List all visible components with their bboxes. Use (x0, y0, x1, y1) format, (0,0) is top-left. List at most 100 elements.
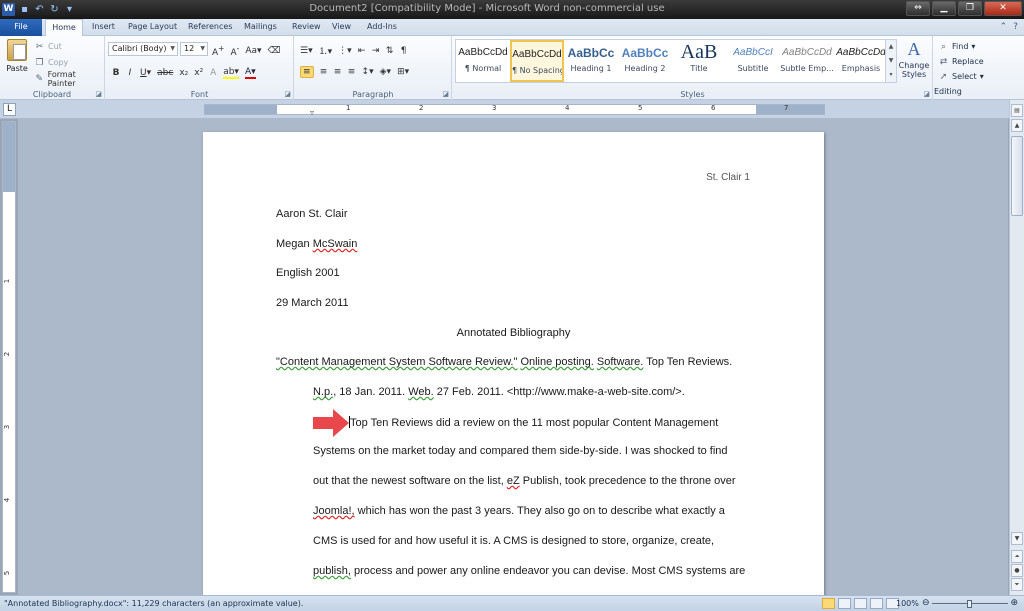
align-center-icon[interactable]: ≡ (320, 67, 328, 77)
justify-icon[interactable]: ≡ (348, 67, 356, 77)
italic-icon[interactable]: I (126, 68, 134, 78)
font-size-select[interactable]: 12 ▼ (180, 42, 208, 56)
align-right-icon[interactable]: ≡ (334, 67, 342, 77)
close-button[interactable]: ✕ (984, 1, 1022, 16)
ruler-toggle-icon[interactable]: ▤ (1011, 104, 1023, 117)
maximize-button[interactable]: ❐ (958, 1, 982, 16)
annotation-line-2: Systems on the market today and compared… (313, 445, 728, 457)
red-arrow-icon (313, 409, 349, 437)
citation-date: , 18 Jan. 2011. (333, 386, 409, 398)
subscript-icon[interactable]: x₂ (179, 68, 188, 78)
tab-insert[interactable]: Insert (92, 19, 115, 36)
select-browse-object-button[interactable]: ● (1011, 564, 1023, 577)
zoom-level[interactable]: 100% (896, 599, 919, 608)
bold-icon[interactable]: B (112, 68, 120, 78)
align-left-icon[interactable]: ≡ (300, 66, 314, 78)
style-emphasis[interactable]: AaBbCcDd Emphasis (834, 40, 888, 82)
print-layout-view-icon[interactable] (822, 598, 835, 609)
style-heading-2[interactable]: AaBbCc Heading 2 (618, 40, 672, 82)
tab-mailings[interactable]: Mailings (244, 19, 277, 36)
font-name-value: Calibri (Body) (112, 44, 167, 53)
style-normal[interactable]: AaBbCcDd ¶ Normal (456, 40, 510, 82)
strikethrough-icon[interactable]: abc (157, 68, 173, 78)
bullets-icon[interactable]: ☰▾ (300, 46, 313, 56)
web-layout-view-icon[interactable] (854, 598, 867, 609)
paste-button[interactable]: Paste (4, 39, 30, 73)
vertical-scrollbar[interactable]: ▤ ▲ ▼ ⏶ ● ⏷ (1009, 100, 1024, 595)
document-canvas[interactable]: St. Clair 1 Aaron St. Clair Megan McSwai… (18, 119, 1008, 595)
outline-view-icon[interactable] (870, 598, 883, 609)
font-name-select[interactable]: Calibri (Body) ▼ (108, 42, 178, 56)
numbering-icon[interactable]: ⒈▾ (319, 44, 333, 57)
tab-references[interactable]: References (188, 19, 232, 36)
zoom-slider[interactable]: ⊖ ⊕ (922, 598, 1018, 608)
zoom-in-icon[interactable]: ⊕ (1010, 598, 1018, 608)
tab-review[interactable]: Review (292, 19, 321, 36)
tab-home[interactable]: Home (45, 19, 83, 37)
previous-page-button[interactable]: ⏶ (1011, 550, 1023, 563)
multilevel-list-icon[interactable]: ⋮▾ (338, 46, 352, 56)
full-screen-reading-view-icon[interactable] (838, 598, 851, 609)
clipboard-launcher-icon[interactable]: ◪ (95, 90, 102, 98)
document-page[interactable]: St. Clair 1 Aaron St. Clair Megan McSwai… (203, 132, 824, 595)
change-styles-button[interactable]: A Change Styles (898, 39, 930, 79)
paragraph-launcher-icon[interactable]: ◪ (442, 90, 449, 98)
styles-gallery-scroll[interactable]: ▲ ▼ ▾ (885, 39, 897, 83)
increase-indent-icon[interactable]: ⇥ (372, 46, 380, 56)
indent-marker-icon[interactable]: ▿ (310, 108, 314, 117)
tab-file[interactable]: File (0, 19, 42, 36)
replace-button[interactable]: ⇄ Replace (938, 54, 1024, 69)
line-spacing-icon[interactable]: ↕▾ (362, 67, 374, 77)
scroll-down-button[interactable]: ▼ (1011, 532, 1023, 545)
style-heading-1[interactable]: AaBbCc Heading 1 (564, 40, 618, 82)
copy-button[interactable]: ❐ Copy (34, 56, 104, 69)
tab-add-ins[interactable]: Add-Ins (367, 19, 397, 36)
decrease-indent-icon[interactable]: ⇤ (358, 46, 366, 56)
scroll-thumb[interactable] (1011, 136, 1023, 216)
styles-gallery: AaBbCcDd ¶ Normal AaBbCcDd ¶ No Spacing Aa… (455, 39, 891, 83)
minimize-button[interactable]: ▁ (932, 1, 956, 16)
style-title[interactable]: AaB Title (672, 40, 726, 82)
clear-formatting-icon[interactable]: ⌫ (268, 46, 281, 56)
zoom-out-icon[interactable]: ⊖ (922, 598, 930, 608)
grow-font-icon[interactable]: A+ (212, 44, 224, 58)
help-icon[interactable]: ? (1013, 22, 1018, 32)
find-label: Find (952, 42, 969, 51)
borders-icon[interactable]: ⊞▾ (397, 67, 409, 77)
tab-selector[interactable]: L (3, 103, 16, 116)
vertical-ruler[interactable]: 1 2 3 4 5 (2, 121, 16, 593)
shrink-font-icon[interactable]: A- (230, 44, 239, 58)
style-name: ¶ No Spacing (512, 66, 562, 75)
style-subtitle[interactable]: AaBbCcI Subtitle (726, 40, 780, 82)
tab-view[interactable]: View (332, 19, 351, 36)
style-no-spacing[interactable]: AaBbCcDd ¶ No Spacing (510, 40, 564, 82)
highlight-icon[interactable]: ab▾ (223, 67, 239, 79)
select-button[interactable]: ➚ Select ▾ (938, 69, 1024, 84)
find-button[interactable]: ⌕ Find ▾ (938, 39, 1024, 54)
next-page-button[interactable]: ⏷ (1011, 578, 1023, 591)
format-painter-button[interactable]: ✎ Format Painter (34, 70, 104, 88)
tab-page-layout[interactable]: Page Layout (128, 19, 177, 36)
citation-url: 27 Feb. 2011. <http://www.make-a-web-sit… (433, 386, 685, 398)
superscript-icon[interactable]: x² (194, 68, 203, 78)
horizontal-ruler[interactable]: 1 2 3 4 5 6 7 ▿ (204, 104, 825, 117)
restore-ribbon-button[interactable]: ⇔ (906, 1, 930, 16)
font-color-icon[interactable]: A▾ (244, 67, 256, 79)
font-launcher-icon[interactable]: ◪ (284, 90, 291, 98)
change-case-icon[interactable]: Aa▾ (245, 46, 261, 56)
scroll-up-button[interactable]: ▲ (1011, 119, 1023, 132)
style-subtle-emphasis[interactable]: AaBbCcDd Subtle Emp... (780, 40, 834, 82)
minimize-ribbon-icon[interactable]: ⌃ (1000, 22, 1008, 32)
paste-icon (7, 39, 27, 61)
editing-group: ⌕ Find ▾ ⇄ Replace ➚ Select ▾ Editing (934, 36, 1024, 100)
ruler-number: 1 (346, 104, 351, 112)
text-effects-icon[interactable]: A (209, 68, 217, 78)
zoom-knob[interactable] (967, 600, 972, 608)
styles-launcher-icon[interactable]: ◪ (923, 90, 930, 98)
shading-icon[interactable]: ◈▾ (380, 67, 391, 77)
show-hide-icon[interactable]: ¶ (400, 46, 408, 56)
citation-source: Top Ten Reviews. (643, 356, 733, 368)
underline-icon[interactable]: U▾ (140, 68, 151, 78)
cut-button[interactable]: ✂ Cut (34, 40, 104, 53)
sort-icon[interactable]: ⇅ (386, 46, 394, 56)
